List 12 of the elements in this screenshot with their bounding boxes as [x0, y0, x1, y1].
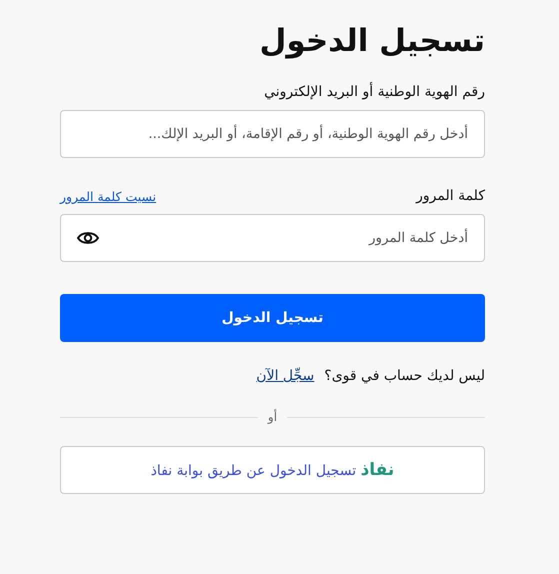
password-input-field[interactable]: أدخل كلمة المرور — [60, 214, 485, 262]
forgot-password-link[interactable]: نسيت كلمة المرور — [60, 189, 156, 204]
page-title: تسجيل الدخول — [260, 22, 485, 61]
field-label: كلمة المرور — [416, 188, 485, 204]
divider-text: أو — [268, 410, 278, 424]
field-label: رقم الهوية الوطنية أو البريد الإلكتروني — [264, 84, 485, 100]
id-input-field[interactable]: أدخل رقم الهوية الوطنية، أو رقم الإقامة، أو البريد الإلك... — [60, 110, 485, 158]
nafath-login-button[interactable]: نفاذ تسجيل الدخول عن طريق بوابة نفاذ — [60, 446, 485, 494]
register-prompt: ليس لديك حساب في قوى؟ — [324, 368, 485, 384]
register-link[interactable]: سجِّل الآن — [256, 368, 314, 384]
eye-icon[interactable] — [77, 230, 99, 246]
login-button[interactable]: تسجيل الدخول — [60, 294, 485, 342]
